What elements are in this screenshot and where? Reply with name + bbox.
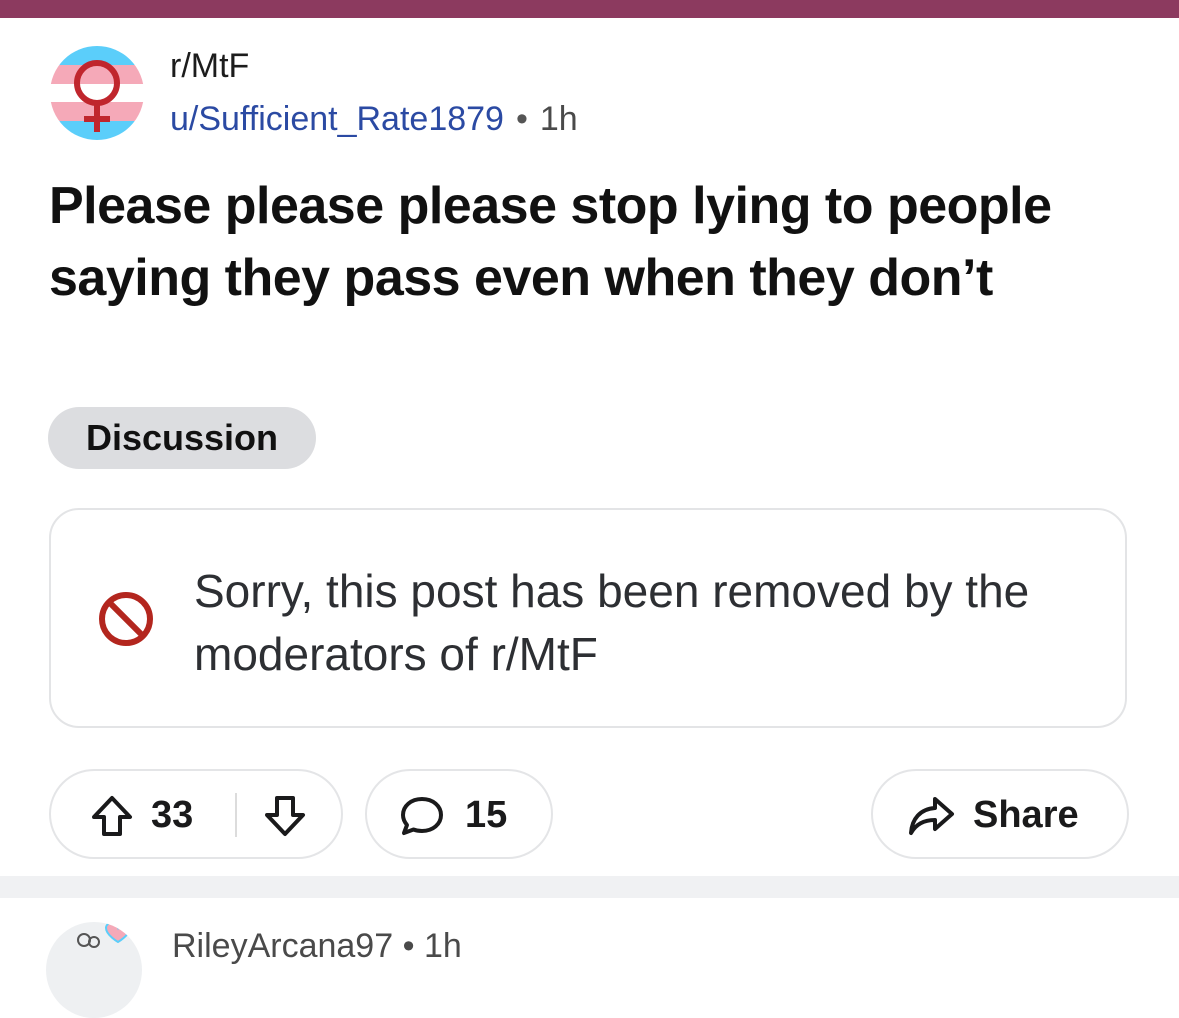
arrow-down-icon[interactable] — [262, 793, 308, 839]
comment-count: 15 — [465, 794, 508, 836]
comment-bubble-icon — [401, 797, 443, 835]
vote-bar: 33 — [49, 769, 343, 859]
subreddit-avatar[interactable] — [50, 46, 144, 140]
comment-meta: RileyArcana97 • 1h — [172, 926, 462, 966]
prohibited-icon — [99, 592, 153, 646]
post-time: 1h — [539, 100, 578, 138]
post-title[interactable]: Please please please stop lying to peopl… — [49, 170, 1069, 314]
share-button[interactable]: Share — [871, 769, 1129, 859]
vote-divider — [235, 793, 237, 837]
removed-notice: Sorry, this post has been removed by the… — [49, 508, 1127, 728]
heart-avatar-icon — [77, 922, 132, 948]
share-arrow-icon — [909, 797, 954, 835]
share-label: Share — [973, 794, 1079, 836]
comment-meta-separator: • — [402, 927, 415, 965]
top-bar — [0, 0, 1179, 18]
arrow-up-icon[interactable] — [89, 793, 135, 839]
commenter-avatar[interactable] — [46, 922, 142, 1018]
meta-separator: • — [515, 100, 528, 138]
comment-time: 1h — [423, 927, 462, 965]
removed-message: Sorry, this post has been removed by the… — [194, 565, 1030, 680]
section-separator — [0, 876, 1179, 898]
subreddit-name[interactable]: r/MtF — [170, 46, 249, 86]
post-flair[interactable]: Discussion — [48, 407, 316, 469]
post-meta: u/Sufficient_Rate1879 • 1h — [170, 98, 578, 140]
comments-button[interactable]: 15 — [365, 769, 553, 859]
trans-flag-venus-icon — [50, 46, 144, 140]
author-username[interactable]: u/Sufficient_Rate1879 — [170, 100, 504, 138]
commenter-username[interactable]: RileyArcana97 — [172, 927, 393, 965]
vote-count: 33 — [151, 794, 194, 836]
